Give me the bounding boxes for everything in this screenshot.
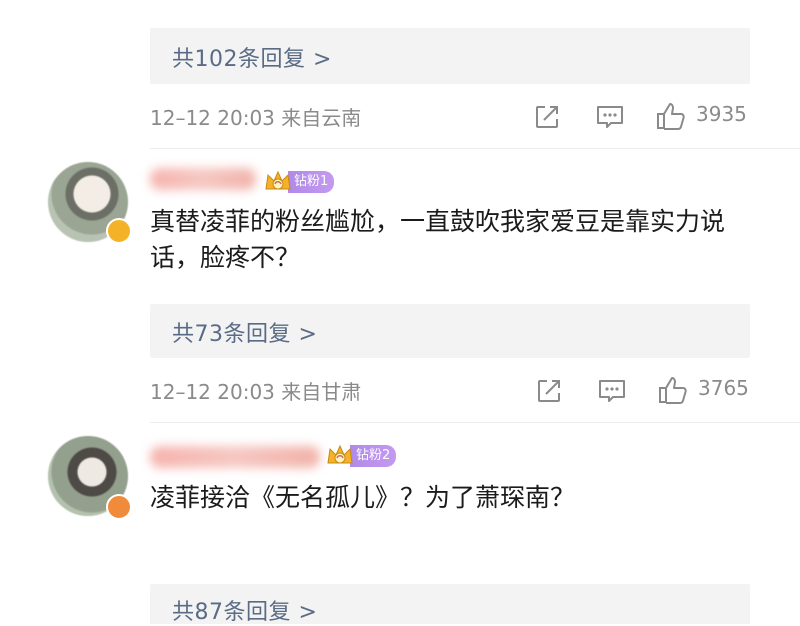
reply-count-link[interactable]: 共87条回复 > xyxy=(172,594,317,626)
divider xyxy=(150,148,800,149)
thumbs-up-icon[interactable] xyxy=(658,376,688,408)
comment-meta-row: 12–12 20:03 来自云南 3935 xyxy=(150,98,750,134)
fan-level-badge: 钻粉1 xyxy=(264,169,335,195)
divider xyxy=(150,422,800,423)
comment-icon[interactable] xyxy=(598,378,626,408)
fan-level-label: 钻粉2 xyxy=(350,445,397,467)
share-icon[interactable] xyxy=(536,378,562,408)
share-icon[interactable] xyxy=(534,104,560,134)
comment-timestamp-location: 12–12 20:03 来自甘肃 xyxy=(150,380,362,404)
verified-badge-icon xyxy=(106,218,132,244)
verified-badge-icon xyxy=(106,494,132,520)
comment-meta-row: 12–12 20:03 来自甘肃 3765 xyxy=(150,372,750,408)
reply-count-link[interactable]: 共73条回复 > xyxy=(172,316,317,348)
reply-count-box[interactable]: 共73条回复 > xyxy=(150,304,750,358)
fan-level-label: 钻粉1 xyxy=(288,171,335,193)
comment-text: 真替凌菲的粉丝尴尬，一直鼓吹我家爱豆是靠实力说话，脸疼不？ xyxy=(150,207,726,272)
crown-icon xyxy=(326,443,354,469)
username-blurred[interactable] xyxy=(150,168,256,190)
like-count: 3765 xyxy=(698,376,749,400)
username-blurred[interactable] xyxy=(150,446,320,468)
like-count: 3935 xyxy=(696,102,747,126)
fan-level-badge: 钻粉2 xyxy=(326,443,397,469)
crown-icon xyxy=(264,169,292,195)
comment-icon[interactable] xyxy=(596,104,624,134)
reply-count-box[interactable]: 共102条回复 > xyxy=(150,28,750,84)
reply-count-link[interactable]: 共102条回复 > xyxy=(172,41,332,73)
comment-timestamp-location: 12–12 20:03 来自云南 xyxy=(150,106,362,130)
comment-text: 凌菲接洽《无名孤儿》？为了萧琛南？ xyxy=(150,483,576,512)
thumbs-up-icon[interactable] xyxy=(656,102,686,134)
reply-count-box[interactable]: 共87条回复 > xyxy=(150,584,750,626)
